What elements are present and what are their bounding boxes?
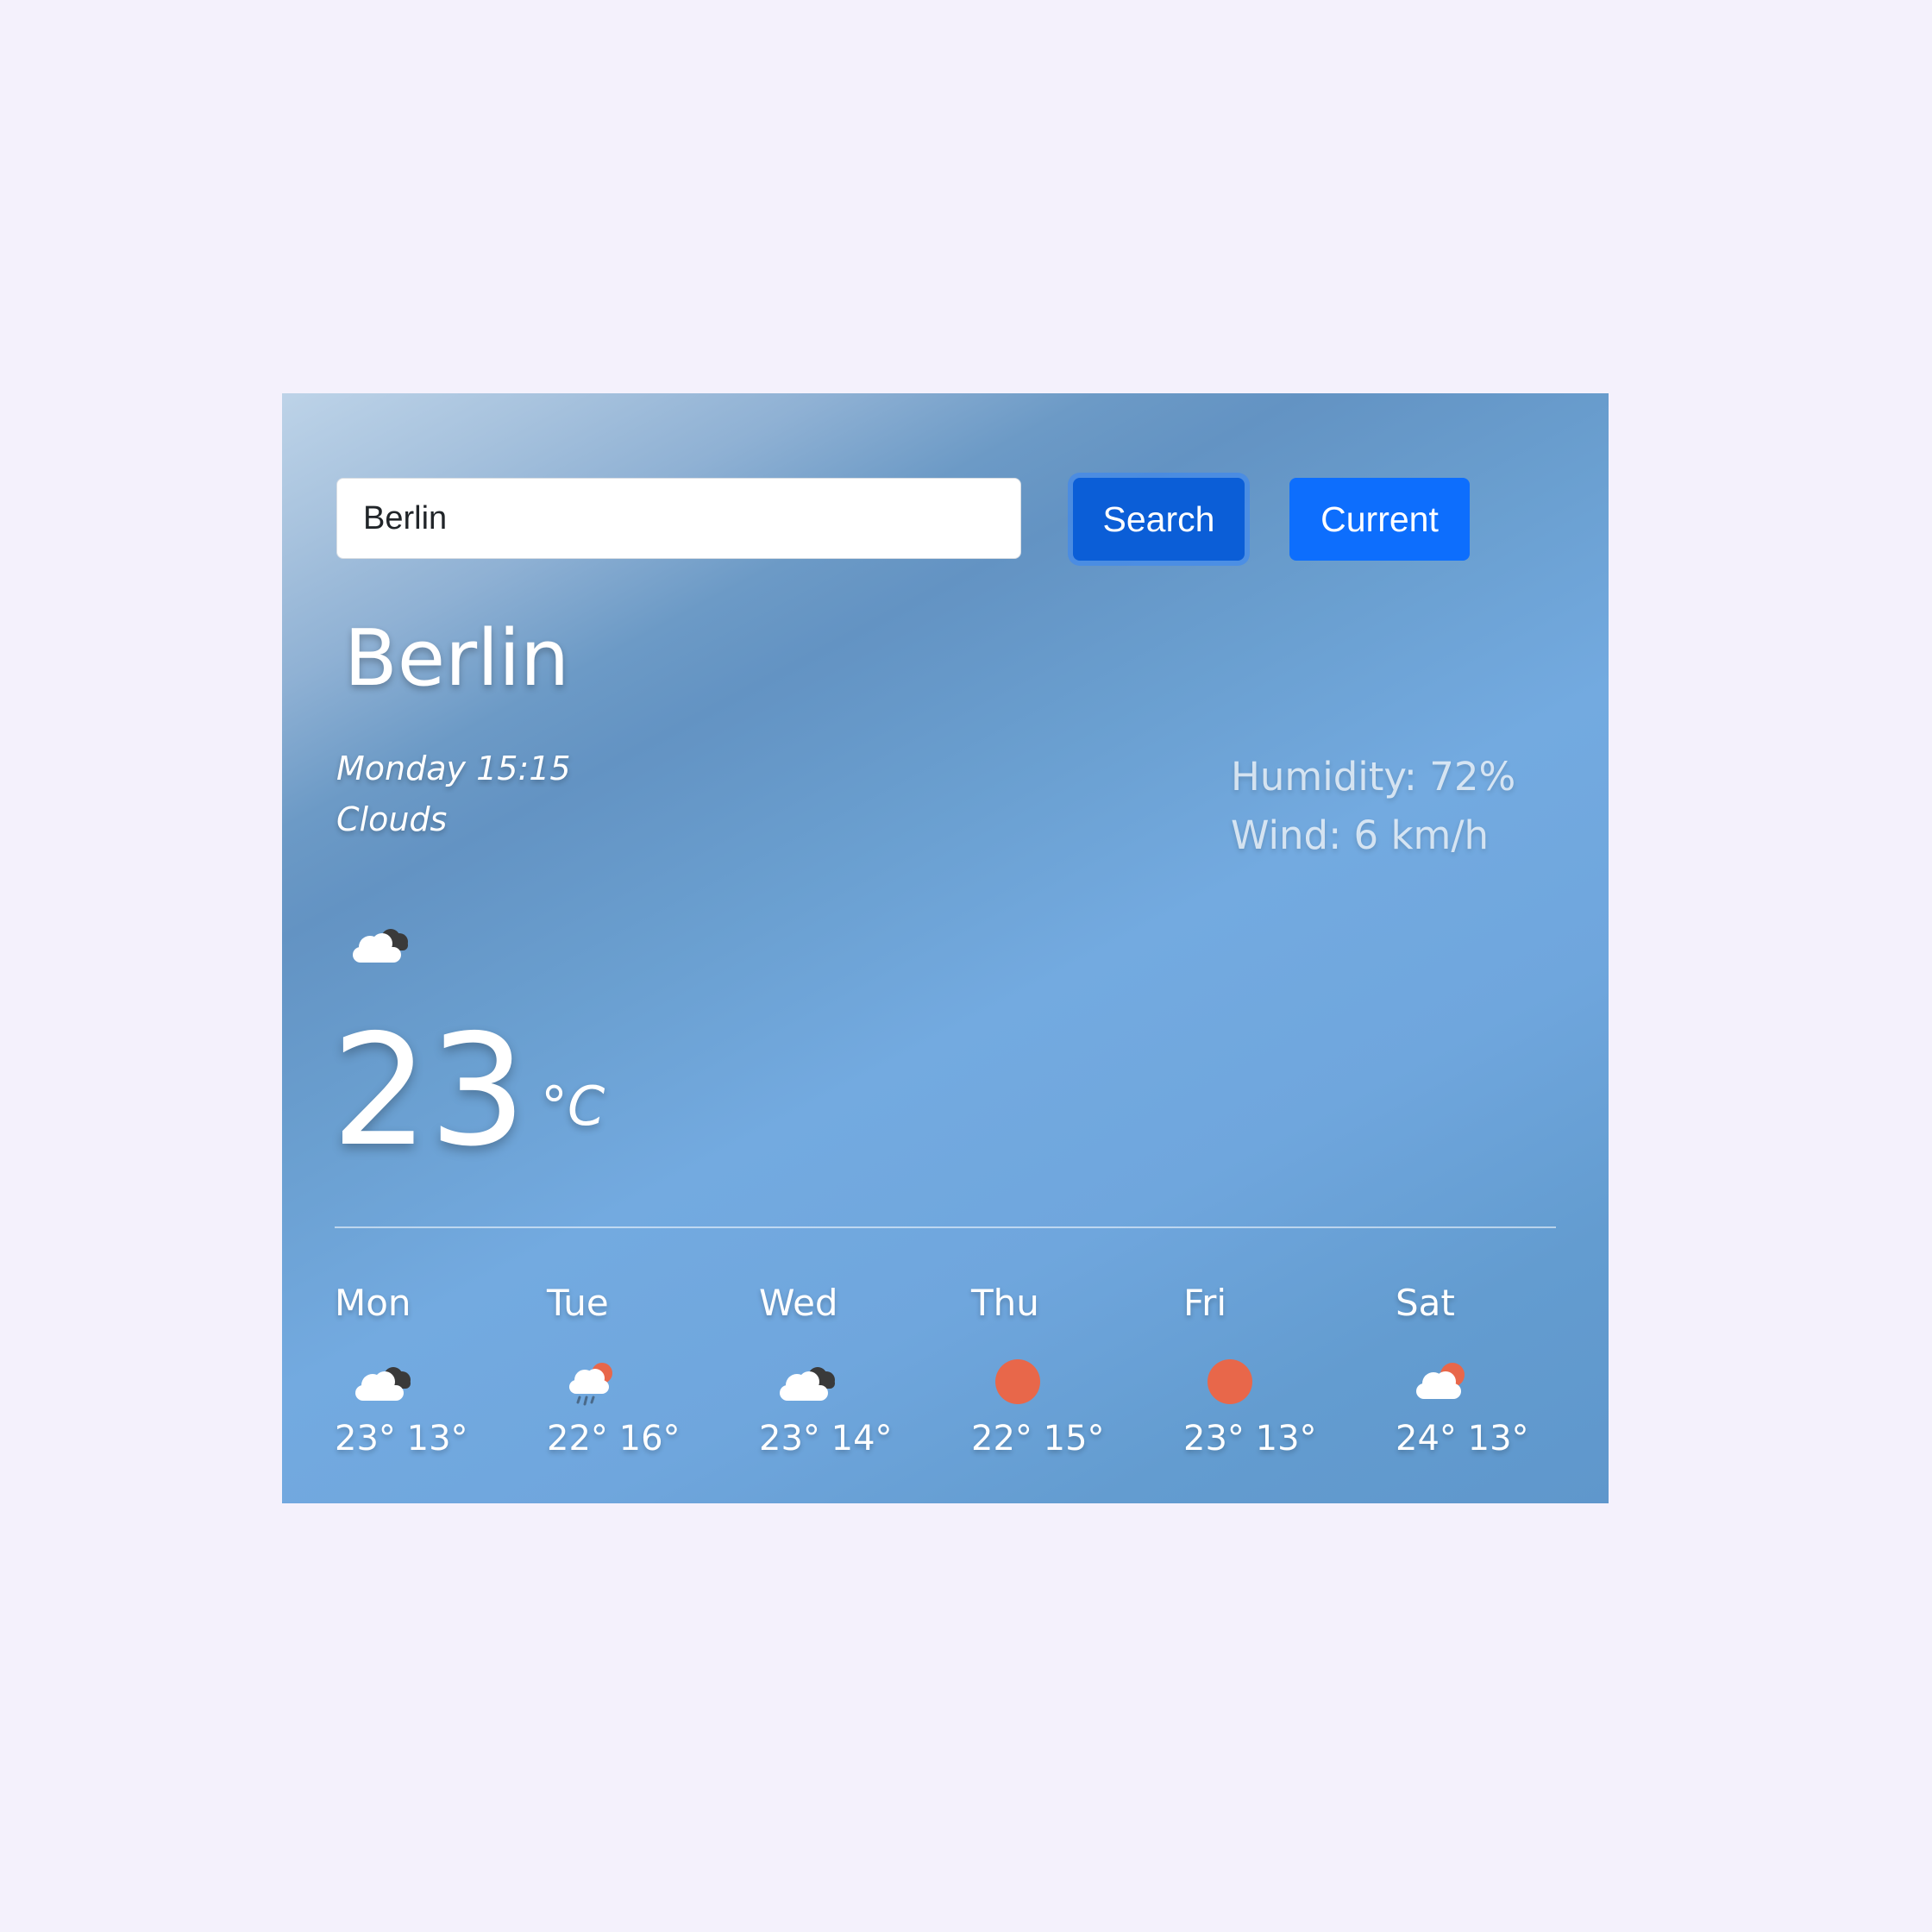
forecast-day-name: Wed [759, 1282, 838, 1324]
forecast-temps: 23° 13° [1183, 1419, 1317, 1458]
forecast-day: Thu 22° 15° [971, 1282, 1170, 1480]
forecast-temps: 22° 15° [971, 1419, 1105, 1458]
weather-card: Search Current Berlin Monday 15:15 Cloud… [282, 393, 1609, 1503]
broken-clouds-icon [353, 929, 408, 963]
city-name: Berlin [344, 613, 570, 704]
forecast-day-name: Mon [335, 1282, 411, 1324]
forecast-low: 13° [1255, 1419, 1317, 1458]
forecast-high: 23° [1183, 1419, 1245, 1458]
forecast-low: 15° [1043, 1419, 1105, 1458]
current-location-button[interactable]: Current [1289, 478, 1470, 561]
forecast-high: 22° [971, 1419, 1032, 1458]
forecast-day-name: Thu [971, 1282, 1039, 1324]
forecast-temps: 24° 13° [1396, 1419, 1529, 1458]
forecast-day: Sat 24° 13° [1396, 1282, 1594, 1480]
rain-icon [569, 1363, 612, 1406]
forecast-day-name: Tue [547, 1282, 609, 1324]
forecast-day-name: Sat [1396, 1282, 1455, 1324]
broken-clouds-icon [355, 1367, 411, 1401]
divider [335, 1226, 1556, 1228]
forecast-high: 23° [335, 1419, 396, 1458]
partly-cloudy-icon [1416, 1363, 1465, 1399]
forecast-day-name: Fri [1183, 1282, 1227, 1324]
sun-icon [995, 1359, 1040, 1404]
city-search-input[interactable] [336, 478, 1021, 559]
forecast-low: 13° [406, 1419, 468, 1458]
forecast-temps: 22° 16° [547, 1419, 681, 1458]
wind-speed: Wind: 6 km/h [1231, 812, 1490, 858]
sun-icon [1208, 1359, 1252, 1404]
forecast-temps: 23° 13° [335, 1419, 468, 1458]
search-button[interactable]: Search [1073, 478, 1245, 561]
forecast-high: 22° [547, 1419, 608, 1458]
humidity: Humidity: 72% [1231, 754, 1516, 800]
forecast-low: 14° [831, 1419, 893, 1458]
forecast-day: Fri 23° 13° [1183, 1282, 1382, 1480]
forecast-high: 23° [759, 1419, 820, 1458]
current-datetime: Monday 15:15 [336, 750, 571, 787]
forecast-day: Tue 22° 16° [547, 1282, 745, 1480]
forecast-low: 16° [618, 1419, 681, 1458]
forecast-day: Mon 23° 13° [335, 1282, 533, 1480]
current-temperature: 23 [331, 1001, 527, 1180]
forecast-low: 13° [1467, 1419, 1529, 1458]
forecast-temps: 23° 14° [759, 1419, 893, 1458]
forecast-high: 24° [1396, 1419, 1457, 1458]
temperature-unit: °C [541, 1075, 605, 1138]
forecast-day: Wed 23° 14° [759, 1282, 957, 1480]
broken-clouds-icon [780, 1367, 835, 1401]
weather-description: Clouds [336, 800, 448, 838]
